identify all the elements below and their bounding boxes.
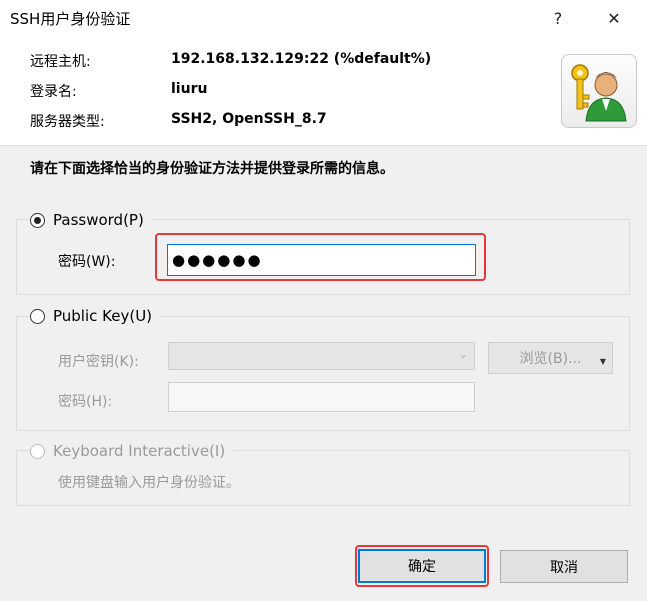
key-user-icon [561,54,637,128]
passphrase-label: 密码(H): [58,394,113,410]
keyboard-radio-label: Keyboard Interactive(I) [51,442,230,460]
server-type-label: 服务器类型: [30,114,105,130]
keyboard-description: 使用键盘输入用户身份验证。 [58,475,240,491]
password-field-label: 密码(W): [58,254,116,270]
browse-button[interactable]: 浏览(B)... ▼ [488,342,613,374]
password-input-value: ●●●●●● [172,251,263,269]
chevron-down-icon: ⌄ [458,348,468,361]
radio-selected-dot [34,216,41,224]
password-radio-row[interactable]: Password(P) [30,211,152,229]
cancel-button-label: 取消 [550,559,578,576]
publickey-radio-row[interactable]: Public Key(U) [30,307,161,325]
instruction-text: 请在下面选择恰当的身份验证方法并提供登录所需的信息。 [30,161,394,177]
dropdown-arrow-icon: ▼ [599,357,606,366]
user-key-label: 用户密钥(K): [58,354,139,370]
password-radio-label: Password(P) [51,211,148,229]
password-radio[interactable] [30,212,45,228]
keyboard-radio[interactable] [30,443,45,459]
close-button[interactable]: ✕ [591,0,637,36]
host-label: 远程主机: [30,54,91,70]
server-type-value: SSH2, OpenSSH_8.7 [171,111,327,127]
host-value: 192.168.132.129:22 (%default%) [171,51,432,67]
window-title: SSH用户身份验证 [10,10,131,28]
user-key-select[interactable]: ⌄ [168,342,475,370]
ok-button-label: 确定 [408,559,436,575]
publickey-radio-label: Public Key(U) [51,307,157,325]
ok-button[interactable]: 确定 [358,549,486,583]
login-value: liuru [171,81,208,97]
publickey-radio[interactable] [30,308,45,324]
passphrase-input[interactable] [168,382,475,412]
browse-button-label: 浏览(B)... [519,351,582,367]
login-label: 登录名: [30,84,77,100]
keyboard-radio-row[interactable]: Keyboard Interactive(I) [30,442,234,460]
help-button[interactable]: ? [535,0,581,36]
cancel-button[interactable]: 取消 [500,550,628,583]
